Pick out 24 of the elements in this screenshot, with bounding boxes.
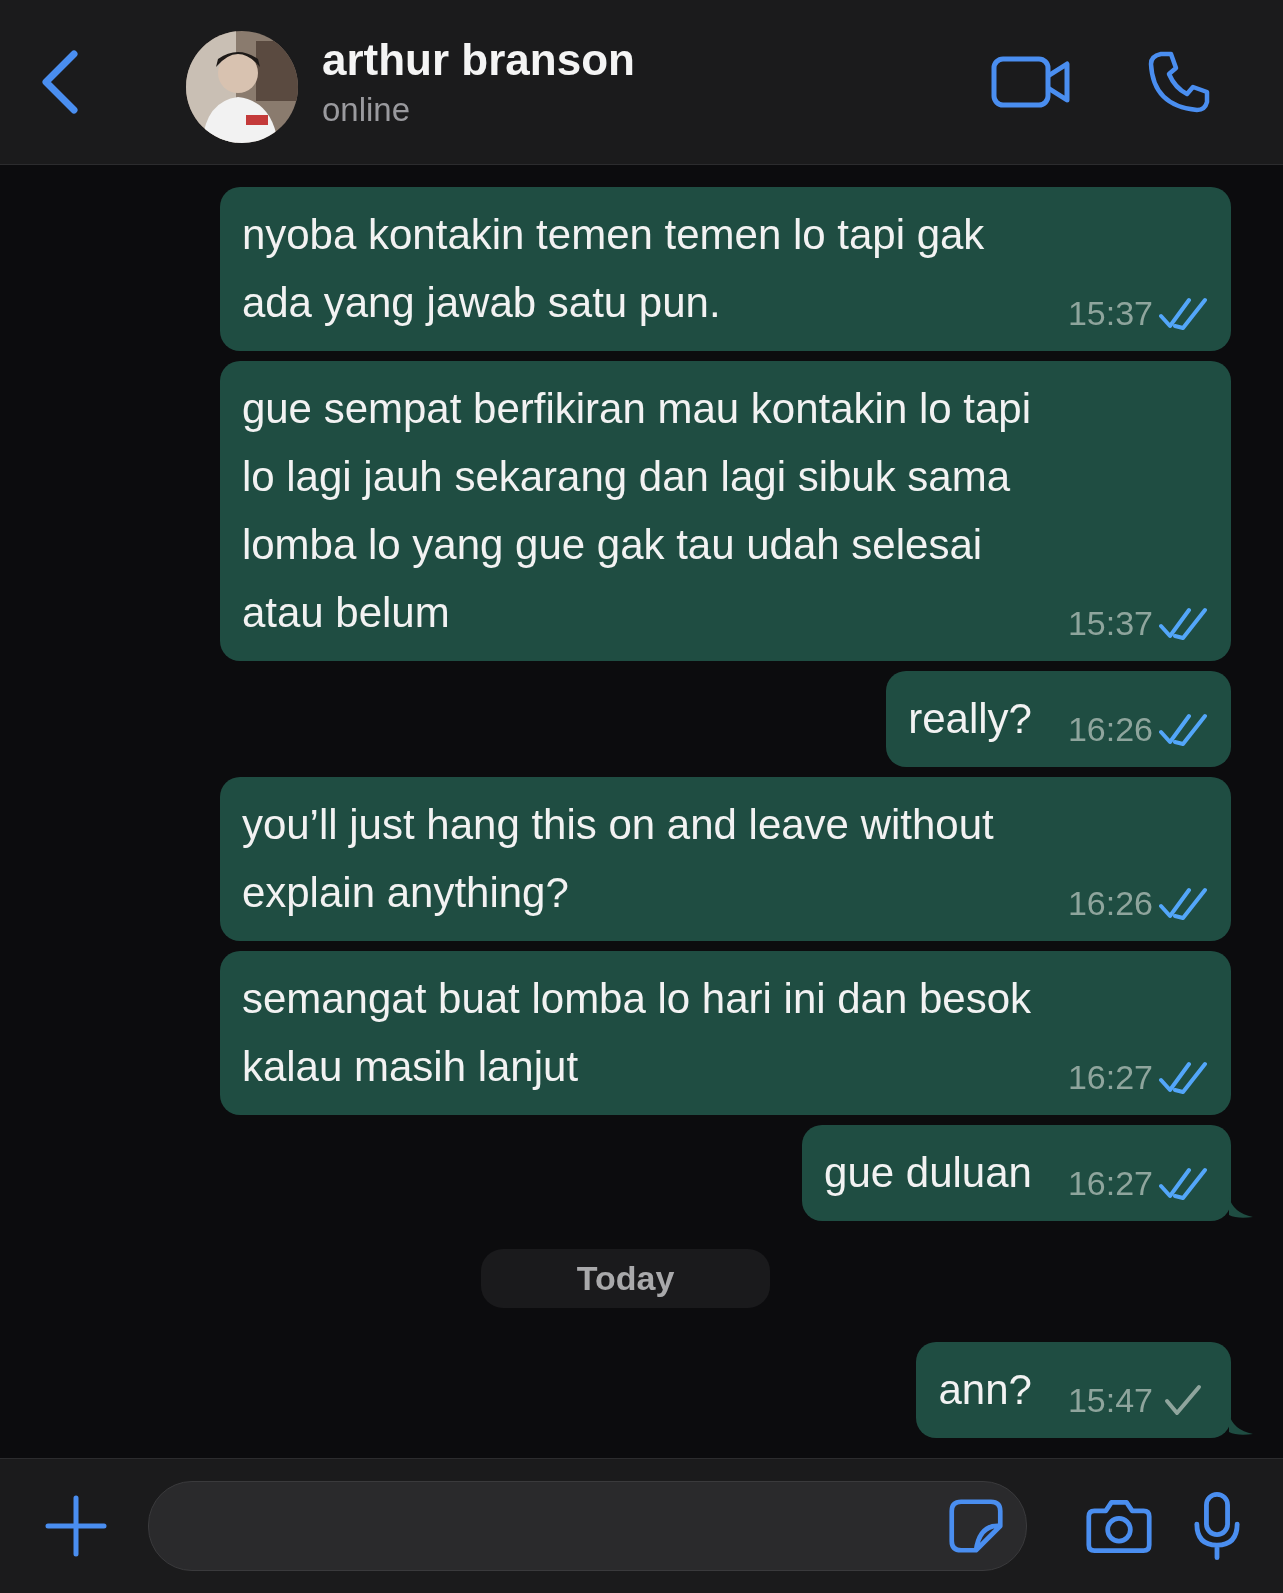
message-time: 15:47 <box>1067 1380 1153 1420</box>
back-icon[interactable] <box>40 50 80 114</box>
contact-name[interactable]: arthur branson <box>322 35 991 85</box>
date-divider: Today <box>480 1249 771 1308</box>
message-text: semangat buat lomba lo hari ini dan besok kalau masih lanjut <box>241 974 1032 1092</box>
sticker-icon[interactable] <box>948 1498 1004 1554</box>
message-text: ann? <box>938 1365 1032 1415</box>
contact-status: online <box>322 91 412 129</box>
message-time: 15:37 <box>1067 603 1153 643</box>
message-time: 16:27 <box>1067 1057 1153 1097</box>
message-text: you’ll just hang this on and leave without explain anything? <box>241 800 995 918</box>
microphone-icon[interactable] <box>1193 1491 1241 1561</box>
message-time: 16:26 <box>1067 709 1153 749</box>
message-text: really? <box>908 694 1032 744</box>
message-text: nyoba kontakin temen temen lo tapi gak ada yang jawab satu pun. <box>241 210 986 328</box>
phone-icon[interactable] <box>1147 50 1211 114</box>
video-call-icon[interactable] <box>991 56 1071 108</box>
message-text: gue duluan <box>824 1148 1032 1198</box>
add-icon[interactable] <box>44 1494 108 1558</box>
message-text: gue sempat berfikiran mau kontakin lo tapi lo lagi jauh sekarang dan lagi sibuk sama lomba lo yang gue gak tau udah selesai atau belum <box>241 384 1032 638</box>
message-time: 16:27 <box>1067 1163 1153 1203</box>
message-time: 15:37 <box>1067 293 1153 333</box>
camera-icon[interactable] <box>1085 1497 1153 1555</box>
message-time: 16:26 <box>1067 883 1153 923</box>
